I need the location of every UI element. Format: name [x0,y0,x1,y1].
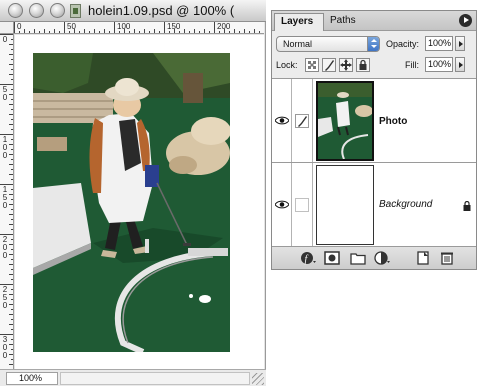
ruler-left-label: 0 [2,35,8,44]
layer-name-background[interactable]: Background [379,199,432,210]
ruler-left-label: 1 5 0 [2,185,8,210]
resize-grip-icon[interactable] [252,373,264,385]
photoshop-screen: holein1.09.psd @ 100% ( 0 50 100 150 200… [0,0,480,386]
palette-menu-button[interactable] [459,14,472,27]
brush-icon [325,60,334,71]
layers-palette: Layers Paths Normal Opacity: 100% Lock: [271,10,477,270]
minimize-window-button[interactable] [29,3,44,18]
opacity-slider-button[interactable] [455,36,465,51]
document-window: holein1.09.psd @ 100% ( 0 50 100 150 200… [0,0,266,386]
layer-row-background[interactable]: Background [272,163,476,246]
tab-layers[interactable]: Layers [274,13,324,31]
palette-tabbar: Layers Paths [272,11,476,31]
ruler-top-label: 200 [217,22,231,31]
lock-label: Lock: [276,60,298,70]
layer-name-photo[interactable]: Photo [379,116,407,127]
move-arrows-icon [340,59,352,71]
ruler-left-label: 2 0 0 [2,235,8,260]
updown-arrows-icon [367,37,379,51]
close-window-button[interactable] [8,3,23,18]
opacity-field[interactable]: 100% [425,36,453,51]
fill-field[interactable]: 100% [425,57,453,72]
ruler-top-label: 150 [167,22,181,31]
layers-list: Photo Background [272,78,476,246]
checkerboard-icon [306,59,318,71]
layer-mask-icon[interactable] [324,251,340,265]
ruler-top-label: 100 [117,22,131,31]
zoom-level-field[interactable]: 100% [6,372,58,385]
lock-position-button[interactable] [339,58,353,72]
eye-icon [275,116,289,125]
zoom-window-button[interactable] [50,3,65,18]
mini-golf-photo [33,53,230,352]
lock-icon [463,201,471,211]
document-proxy-icon[interactable] [70,4,81,18]
layer-thumbnail-background [316,165,374,245]
layer-link-toggle[interactable] [293,79,313,162]
document-statusbar: 100% [0,369,266,386]
new-group-icon[interactable] [350,251,366,265]
document-titlebar[interactable]: holein1.09.psd @ 100% ( [0,0,266,22]
layer-thumbnail-photo [316,81,374,161]
fill-slider-button[interactable] [455,57,465,72]
ruler-top-label: 50 [67,22,76,31]
layer-row-photo[interactable]: Photo [272,79,476,163]
ruler-left-label: 2 5 0 [2,285,8,310]
adjustment-layer-icon[interactable] [374,251,390,265]
vertical-ruler[interactable]: 0 5 0 1 0 0 1 5 0 2 0 0 2 5 0 3 0 0 [0,34,14,369]
layers-footer: f [272,246,476,269]
ruler-top-label: 0 [17,22,22,31]
active-layer-brush-icon [295,114,309,128]
ruler-origin[interactable] [0,22,14,34]
blend-mode-value: Normal [283,39,313,49]
padlock-icon [359,59,367,70]
ruler-left-label: 3 0 0 [2,335,8,360]
trash-icon[interactable] [439,251,455,265]
lock-transparency-button[interactable] [305,58,319,72]
lock-all-button[interactable] [356,58,370,72]
document-canvas[interactable] [15,35,264,369]
ruler-left-label: 5 0 [2,85,8,102]
horizontal-scrollbar[interactable] [60,372,250,385]
layer-link-toggle[interactable] [293,163,313,246]
horizontal-ruler[interactable]: 0 50 100 150 200 [14,22,264,34]
ruler-left-label: 1 0 0 [2,135,8,160]
link-layers-icon[interactable]: f [300,251,316,265]
new-layer-icon[interactable] [415,251,431,265]
visibility-toggle[interactable] [272,163,292,246]
opacity-label: Opacity: [386,39,420,49]
eye-icon [275,200,289,209]
empty-link-box [295,198,309,212]
visibility-toggle[interactable] [272,79,292,162]
fill-label: Fill: [405,60,419,70]
document-title: holein1.09.psd @ 100% ( [88,3,235,18]
tab-paths[interactable]: Paths [324,13,358,31]
lock-image-button[interactable] [322,58,336,72]
blend-mode-select[interactable]: Normal [276,36,380,52]
